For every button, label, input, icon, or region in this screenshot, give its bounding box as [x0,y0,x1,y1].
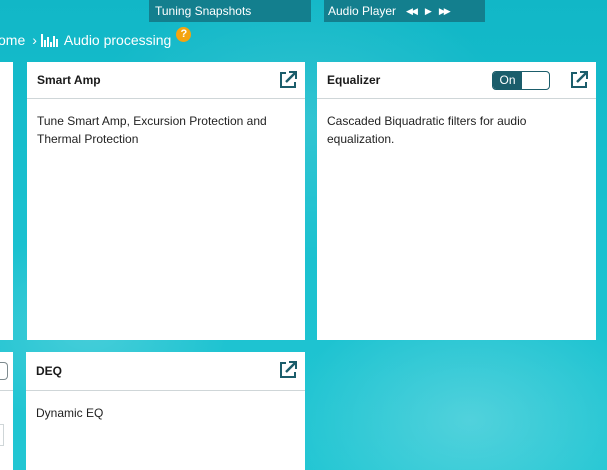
deq-description: Dynamic EQ [36,406,104,420]
equalizer-title: Equalizer [327,73,381,87]
equalizer-header: Equalizer On [317,62,596,99]
toggle-on-label: On [493,72,522,89]
equalizer-toggle[interactable]: On [492,71,550,90]
tuning-snapshots-tab[interactable]: Tuning Snapshots [149,0,311,22]
open-external-icon[interactable] [278,70,298,90]
smart-amp-title: Smart Amp [37,73,101,87]
tuning-snapshots-label: Tuning Snapshots [155,4,252,18]
open-external-icon[interactable] [569,70,589,90]
partial-field[interactable] [0,424,4,446]
breadcrumb-current: Audio processing [63,32,172,48]
breadcrumb: ome › Audio processing ? [0,26,192,49]
fast-forward-icon[interactable]: ▶▶ [439,6,451,16]
partial-toggle[interactable] [0,362,8,380]
smart-amp-header: Smart Amp [27,62,305,99]
smart-amp-card: Smart Amp Tune Smart Amp, Excursion Prot… [27,62,305,340]
audio-player-label: Audio Player [328,4,397,18]
left-card-partial-bottom [0,352,13,470]
partial-divider [0,390,13,391]
open-external-icon[interactable] [278,360,298,380]
smart-amp-description: Tune Smart Amp, Excursion Protection and… [37,114,267,146]
equalizer-description: Cascaded Biquadratic filters for audio e… [327,114,527,146]
audio-player-bar: Audio Player ◀◀ ▶ ▶▶ [324,0,485,22]
deq-title: DEQ [36,364,63,378]
player-controls: ◀◀ ▶ ▶▶ [406,6,451,16]
equalizer-bars-icon [40,33,58,47]
toggle-knob [522,73,548,88]
equalizer-card: Equalizer On Cascaded Biquadratic filter… [317,62,596,340]
breadcrumb-separator: › [32,32,37,48]
rewind-icon[interactable]: ◀◀ [406,6,418,16]
deq-header: DEQ [26,352,305,391]
help-icon[interactable]: ? [176,26,192,42]
deq-card: DEQ Dynamic EQ [26,352,305,470]
breadcrumb-home-link[interactable]: ome [0,32,25,48]
play-icon[interactable]: ▶ [425,6,432,16]
left-card-partial [0,62,13,340]
